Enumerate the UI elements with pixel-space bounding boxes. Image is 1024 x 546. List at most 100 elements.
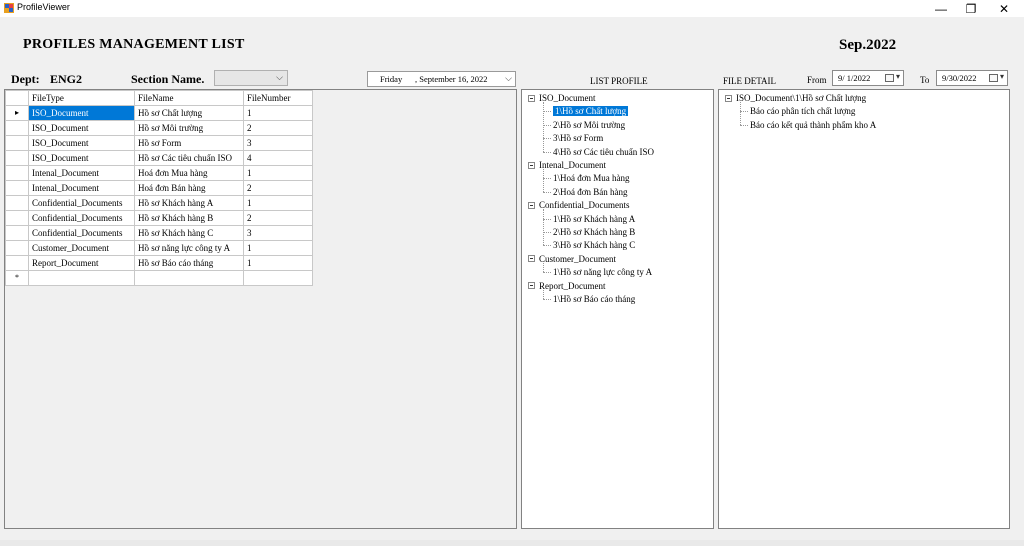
row-header[interactable] xyxy=(5,165,29,181)
dropdown-arrow-icon[interactable]: ▾ xyxy=(896,72,900,81)
cell-filename[interactable]: Hồ sơ Khách hàng B xyxy=(134,210,244,226)
row-header[interactable] xyxy=(5,225,29,241)
table-row[interactable]: Confidential_Documents Hồ sơ Khách hàng B… xyxy=(5,210,313,226)
chevron-down-icon[interactable]: ⌵ xyxy=(276,72,283,83)
column-header-filename[interactable]: FileName xyxy=(134,90,244,106)
cell-filenumber[interactable]: 1 xyxy=(243,255,313,271)
chevron-down-icon[interactable]: ⌵ xyxy=(505,73,512,84)
row-header[interactable] xyxy=(5,195,29,211)
minimize-button[interactable]: — xyxy=(926,0,956,17)
cell-filenumber[interactable]: 2 xyxy=(243,180,313,196)
table-row[interactable]: Intenal_Document Hoá đơn Mua hàng 1 xyxy=(5,165,313,181)
table-row[interactable]: Report_Document Hồ sơ Báo cáo tháng 1 xyxy=(5,255,313,271)
from-date-picker[interactable]: 9/ 1/2022 ▾ xyxy=(832,70,904,86)
tree-child-node[interactable]: 1\Hoá đơn Mua hàng xyxy=(553,172,630,184)
tree-node[interactable]: Report_Document xyxy=(539,280,606,292)
tree-child-node[interactable]: Báo cáo kết quả thành phẩm kho A xyxy=(750,119,876,131)
collapse-toggle-icon[interactable] xyxy=(528,161,535,169)
table-row[interactable]: Confidential_Documents Hồ sơ Khách hàng C… xyxy=(5,225,313,241)
row-header[interactable] xyxy=(5,150,29,166)
row-header[interactable] xyxy=(5,135,29,151)
cell-filetype[interactable]: ISO_Document xyxy=(28,135,135,151)
cell-filenumber[interactable]: 2 xyxy=(243,120,313,136)
table-row[interactable]: Customer_Document Hồ sơ năng lực công ty … xyxy=(5,240,313,256)
new-row-cell[interactable] xyxy=(243,270,313,286)
tree-node[interactable]: Confidential_Documents xyxy=(539,199,629,211)
date-picker[interactable]: Friday , September 16, 2022 ⌵ xyxy=(367,71,516,87)
table-row[interactable]: ISO_Document Hồ sơ Môi trường 2 xyxy=(5,120,313,136)
row-header[interactable] xyxy=(5,180,29,196)
cell-filename[interactable]: Hồ sơ năng lực công ty A xyxy=(134,240,244,256)
to-date-picker[interactable]: 9/30/2022 ▾ xyxy=(936,70,1008,86)
tree-child-node[interactable]: 2\Hồ sơ Khách hàng B xyxy=(553,226,635,238)
cell-filetype[interactable]: Intenal_Document xyxy=(28,165,135,181)
tree-node[interactable]: ISO_Document\1\Hồ sơ Chất lượng xyxy=(736,92,866,104)
table-row[interactable]: Intenal_Document Hoá đơn Bán hàng 2 xyxy=(5,180,313,196)
new-row-cell[interactable] xyxy=(28,270,135,286)
cell-filetype[interactable]: ISO_Document xyxy=(28,105,135,121)
cell-filenumber[interactable]: 1 xyxy=(243,240,313,256)
cell-filenumber[interactable]: 2 xyxy=(243,210,313,226)
row-header[interactable] xyxy=(5,210,29,226)
dropdown-arrow-icon[interactable]: ▾ xyxy=(1000,72,1004,81)
column-header-filenumber[interactable]: FileNumber xyxy=(243,90,313,106)
tree-child-node[interactable]: 1\Hồ sơ năng lực công ty A xyxy=(553,266,652,278)
cell-filetype[interactable]: Report_Document xyxy=(28,255,135,271)
calendar-icon[interactable] xyxy=(885,74,894,82)
table-row[interactable]: ISO_Document Hồ sơ Các tiêu chuẩn ISO 4 xyxy=(5,150,313,166)
profile-grid[interactable]: FileType FileName FileNumber ▸ ISO_Docume… xyxy=(4,89,517,529)
collapse-toggle-icon[interactable] xyxy=(725,94,732,102)
cell-filenumber[interactable]: 4 xyxy=(243,150,313,166)
row-header-corner[interactable] xyxy=(5,90,29,106)
table-new-row[interactable]: * xyxy=(5,270,313,286)
collapse-toggle-icon[interactable] xyxy=(528,255,535,263)
row-header[interactable]: * xyxy=(5,270,29,286)
row-header[interactable] xyxy=(5,240,29,256)
row-header[interactable]: ▸ xyxy=(5,105,29,121)
cell-filetype[interactable]: Confidential_Documents xyxy=(28,210,135,226)
row-header[interactable] xyxy=(5,120,29,136)
cell-filetype[interactable]: Confidential_Documents xyxy=(28,195,135,211)
cell-filenumber[interactable]: 1 xyxy=(243,105,313,121)
cell-filenumber[interactable]: 3 xyxy=(243,135,313,151)
table-row[interactable]: Confidential_Documents Hồ sơ Khách hàng A… xyxy=(5,195,313,211)
cell-filetype[interactable]: ISO_Document xyxy=(28,120,135,136)
collapse-toggle-icon[interactable] xyxy=(528,282,535,290)
cell-filenumber[interactable]: 1 xyxy=(243,165,313,181)
cell-filename[interactable]: Hồ sơ Chất lượng xyxy=(134,105,244,121)
table-row[interactable]: ISO_Document Hồ sơ Form 3 xyxy=(5,135,313,151)
tree-child-node[interactable]: 2\Hồ sơ Môi trường xyxy=(553,119,625,131)
cell-filename[interactable]: Hồ sơ Khách hàng A xyxy=(134,195,244,211)
row-header[interactable] xyxy=(5,255,29,271)
column-header-filetype[interactable]: FileType xyxy=(28,90,135,106)
cell-filename[interactable]: Hoá đơn Mua hàng xyxy=(134,165,244,181)
tree-child-node[interactable]: 1\Hồ sơ Chất lượng xyxy=(553,105,629,117)
tree-child-node[interactable]: 4\Hồ sơ Các tiêu chuẩn ISO xyxy=(553,146,654,158)
table-row[interactable]: ▸ ISO_Document Hồ sơ Chất lượng 1 xyxy=(5,105,313,121)
tree-child-node[interactable]: 2\Hoá đơn Bán hàng xyxy=(553,186,628,198)
cell-filetype[interactable]: Customer_Document xyxy=(28,240,135,256)
cell-filenumber[interactable]: 1 xyxy=(243,195,313,211)
cell-filetype[interactable]: Confidential_Documents xyxy=(28,225,135,241)
cell-filename[interactable]: Hồ sơ Form xyxy=(134,135,244,151)
tree-child-node[interactable]: 1\Hồ sơ Báo cáo tháng xyxy=(553,293,635,305)
cell-filename[interactable]: Hồ sơ Môi trường xyxy=(134,120,244,136)
cell-filenumber[interactable]: 3 xyxy=(243,225,313,241)
collapse-toggle-icon[interactable] xyxy=(528,94,535,102)
file-detail-tree[interactable]: ISO_Document\1\Hồ sơ Chất lượng Báo cáo p… xyxy=(718,89,1010,529)
close-button[interactable]: ✕ xyxy=(989,0,1019,17)
new-row-cell[interactable] xyxy=(134,270,244,286)
cell-filename[interactable]: Hồ sơ Các tiêu chuẩn ISO xyxy=(134,150,244,166)
tree-child-node[interactable]: Báo cáo phân tích chất lượng xyxy=(750,105,855,117)
calendar-icon[interactable] xyxy=(989,74,998,82)
cell-filename[interactable]: Hồ sơ Khách hàng C xyxy=(134,225,244,241)
tree-child-node[interactable]: 1\Hồ sơ Khách hàng A xyxy=(553,213,635,225)
section-name-dropdown[interactable]: ⌵ xyxy=(214,70,288,86)
list-profile-tree[interactable]: ISO_Document 1\Hồ sơ Chất lượng 2\Hồ sơ Mô… xyxy=(521,89,714,529)
cell-filetype[interactable]: ISO_Document xyxy=(28,150,135,166)
cell-filename[interactable]: Hồ sơ Báo cáo tháng xyxy=(134,255,244,271)
tree-node[interactable]: Intenal_Document xyxy=(539,159,606,171)
maximize-button[interactable]: ❐ xyxy=(956,0,986,17)
cell-filename[interactable]: Hoá đơn Bán hàng xyxy=(134,180,244,196)
cell-filetype[interactable]: Intenal_Document xyxy=(28,180,135,196)
